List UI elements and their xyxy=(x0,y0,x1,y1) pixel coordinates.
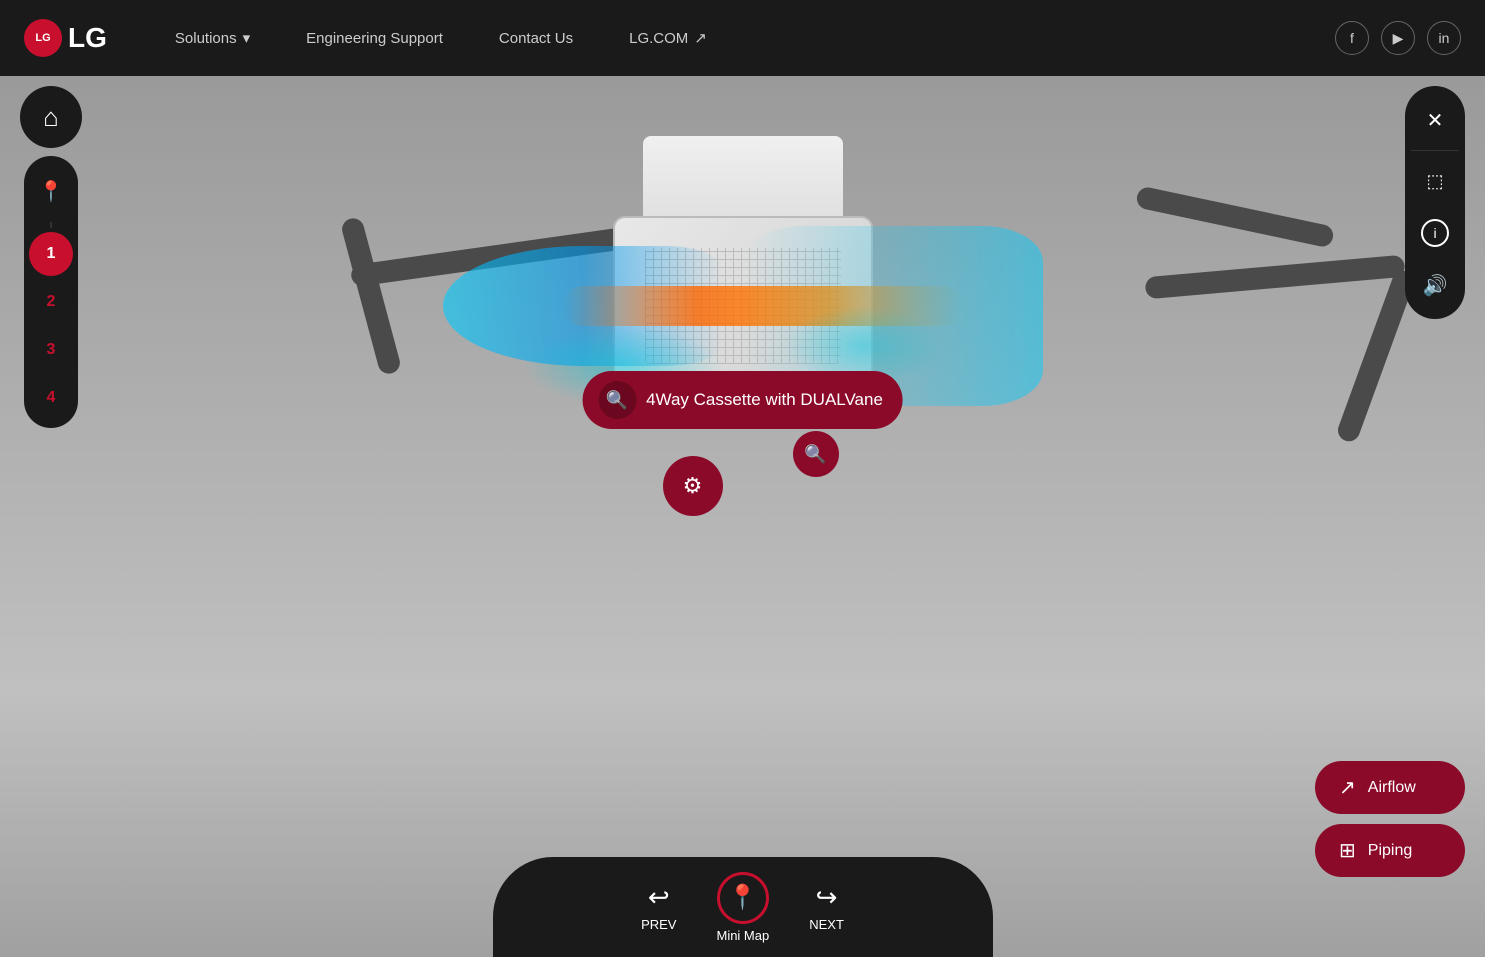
nav-solutions[interactable]: Solutions ▾ xyxy=(147,29,278,47)
minimap-button[interactable]: 📍 Mini Map xyxy=(716,872,769,943)
airflow-icon: ↗ xyxy=(1339,775,1356,800)
left-number-pill: 📍 1 2 3 4 xyxy=(24,156,78,428)
close-button[interactable]: ✕ xyxy=(1413,98,1457,142)
nav-lgcom[interactable]: LG.COM ↗ xyxy=(601,29,735,47)
rotate-icon: ⚙ xyxy=(683,473,703,499)
next-icon: ↪ xyxy=(816,882,838,913)
right-control-pill: ✕ ⬚ i 🔊 xyxy=(1405,86,1465,319)
social-links: f ▶ in xyxy=(1335,21,1461,55)
ac-label[interactable]: 🔍 4Way Cassette with DUALVane xyxy=(582,371,903,429)
external-link-icon: ↗ xyxy=(694,29,707,47)
minimap-icon: 📍 xyxy=(717,872,769,924)
ac-grille xyxy=(645,248,841,364)
linkedin-icon[interactable]: in xyxy=(1427,21,1461,55)
bottom-nav: ↩ PREV 📍 Mini Map ↪ NEXT xyxy=(493,857,993,957)
main-view: 🔍 4Way Cassette with DUALVane ⚙ 🔍 ⌂ 📍 1 … xyxy=(0,76,1485,957)
location-icon: 📍 xyxy=(39,179,64,204)
lg-logo-icon: LG xyxy=(24,19,62,57)
rotate-button[interactable]: ⚙ xyxy=(663,456,723,516)
info-icon: i xyxy=(1421,219,1449,247)
right-actions: ↗ Airflow ⊞ Piping xyxy=(1315,761,1465,877)
sound-icon: 🔊 xyxy=(1423,273,1448,298)
home-button[interactable]: ⌂ xyxy=(20,86,82,148)
number-4-btn[interactable]: 4 xyxy=(29,376,73,420)
logo-container: LG LG xyxy=(24,19,107,57)
location-icon-btn[interactable]: 📍 xyxy=(24,164,78,218)
youtube-icon[interactable]: ▶ xyxy=(1381,21,1415,55)
ac-panel xyxy=(613,216,873,396)
nav-contact[interactable]: Contact Us xyxy=(471,30,601,47)
prev-icon: ↩ xyxy=(648,882,670,913)
number-1-btn[interactable]: 1 xyxy=(29,232,73,276)
airflow-button[interactable]: ↗ Airflow xyxy=(1315,761,1465,814)
close-icon: ✕ xyxy=(1427,108,1444,133)
home-icon: ⌂ xyxy=(43,102,59,133)
expand-button[interactable]: ⬚ xyxy=(1413,159,1457,203)
chevron-down-icon: ▾ xyxy=(243,29,251,47)
expand-icon: ⬚ xyxy=(1426,171,1443,192)
lg-logo-text: LG xyxy=(68,22,107,54)
facebook-icon[interactable]: f xyxy=(1335,21,1369,55)
zoom-icon: 🔍 xyxy=(804,444,826,465)
number-3-btn[interactable]: 3 xyxy=(29,328,73,372)
navbar: LG LG Solutions ▾ Engineering Support Co… xyxy=(0,0,1485,76)
nav-engineering[interactable]: Engineering Support xyxy=(278,30,471,47)
info-button[interactable]: i xyxy=(1413,211,1457,255)
number-2-btn[interactable]: 2 xyxy=(29,280,73,324)
prev-button[interactable]: ↩ PREV xyxy=(641,882,676,932)
next-button[interactable]: ↪ NEXT xyxy=(809,882,844,932)
left-panel: ⌂ 📍 1 2 3 4 xyxy=(20,86,82,428)
right-panel: ✕ ⬚ i 🔊 xyxy=(1405,86,1465,319)
piping-icon: ⊞ xyxy=(1339,838,1356,863)
search-icon: 🔍 xyxy=(598,381,636,419)
piping-button[interactable]: ⊞ Piping xyxy=(1315,824,1465,877)
zoom-button[interactable]: 🔍 xyxy=(793,431,839,477)
ac-unit xyxy=(583,136,903,396)
sound-button[interactable]: 🔊 xyxy=(1413,263,1457,307)
nav-links: Solutions ▾ Engineering Support Contact … xyxy=(147,29,735,47)
